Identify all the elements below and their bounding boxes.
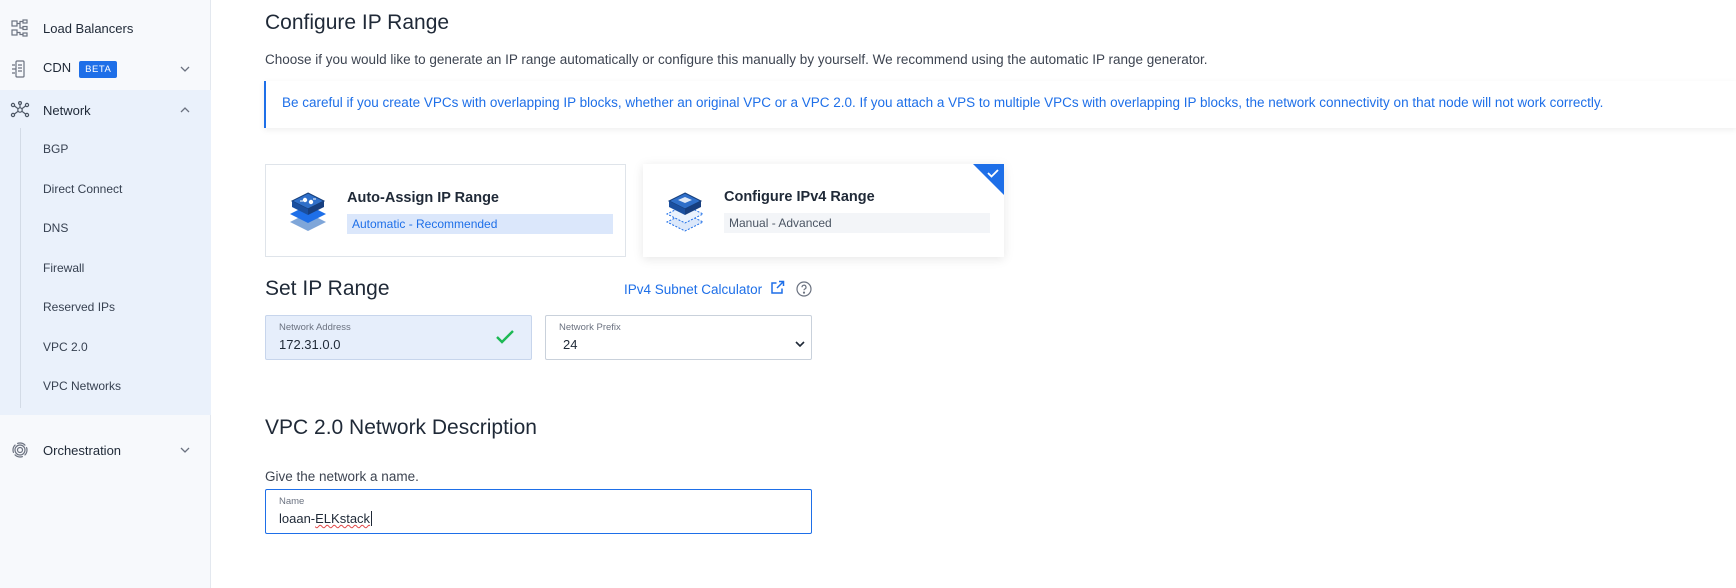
subnet-calculator-link[interactable]: IPv4 Subnet Calculator xyxy=(624,280,785,298)
network-prefix-value: 24 xyxy=(563,337,578,352)
cdn-icon xyxy=(10,59,30,79)
sidebar-subitem-direct-connect[interactable]: Direct Connect xyxy=(43,182,122,196)
submenu-rail xyxy=(20,128,21,408)
sidebar: Load Balancers CDN BETA Network BGP Dire… xyxy=(0,0,211,588)
network-icon xyxy=(10,100,30,120)
beta-badge: BETA xyxy=(79,60,118,78)
name-value-misspelled: ELKstack xyxy=(315,511,371,526)
valid-check-icon xyxy=(495,329,515,350)
sidebar-item-network[interactable]: Network xyxy=(0,91,211,129)
orchestration-icon xyxy=(10,440,30,460)
network-address-value: 172.31.0.0 xyxy=(279,337,341,352)
card-subtitle: Manual - Advanced xyxy=(724,213,990,233)
sidebar-item-label: CDN xyxy=(43,60,72,76)
description-title: VPC 2.0 Network Description xyxy=(265,416,537,439)
sidebar-item-orchestration[interactable]: Orchestration xyxy=(0,431,211,469)
sidebar-subitem-dns[interactable]: DNS xyxy=(43,221,68,235)
sidebar-subitem-vpc-2[interactable]: VPC 2.0 xyxy=(43,340,88,354)
description-prompt: Give the network a name. xyxy=(265,469,419,484)
network-address-field[interactable]: Network Address 172.31.0.0 xyxy=(265,315,532,360)
name-value: loaan-ELKstack xyxy=(279,511,373,526)
network-prefix-label: Network Prefix xyxy=(559,322,621,333)
set-ip-range-title: Set IP Range xyxy=(265,277,390,300)
network-address-label: Network Address xyxy=(279,322,351,333)
chevron-down-icon xyxy=(179,63,191,75)
page-title: Configure IP Range xyxy=(265,11,450,34)
card-subtitle: Automatic - Recommended xyxy=(347,214,613,234)
sidebar-subitem-firewall[interactable]: Firewall xyxy=(43,261,84,275)
chevron-down-icon xyxy=(179,444,191,456)
auto-assign-card[interactable]: Auto-Assign IP Range Automatic - Recomme… xyxy=(265,164,626,257)
sidebar-subitem-vpc-networks[interactable]: VPC Networks xyxy=(43,379,121,393)
sidebar-subitem-bgp[interactable]: BGP xyxy=(43,142,68,156)
intro-text: Choose if you would like to generate an … xyxy=(265,52,1208,67)
card-title: Configure IPv4 Range xyxy=(724,189,875,205)
external-link-icon xyxy=(770,280,785,298)
subnet-calculator-label: IPv4 Subnet Calculator xyxy=(624,281,763,297)
help-icon[interactable] xyxy=(796,281,812,297)
network-group xyxy=(0,90,211,415)
network-prefix-select[interactable]: Network Prefix 24 xyxy=(545,315,812,360)
selected-check-icon xyxy=(973,164,1004,195)
alert-text: Be careful if you create VPCs with overl… xyxy=(282,95,1604,110)
name-input[interactable]: Name loaan-ELKstack xyxy=(265,489,812,534)
load-balancer-icon xyxy=(10,18,30,38)
text-cursor xyxy=(371,511,373,526)
auto-range-icon xyxy=(286,187,330,235)
chevron-down-icon xyxy=(795,334,805,352)
configure-ipv4-card[interactable]: Configure IPv4 Range Manual - Advanced xyxy=(643,164,1004,257)
sidebar-item-cdn[interactable]: CDN BETA xyxy=(0,50,211,88)
sidebar-item-label: Orchestration xyxy=(43,442,122,458)
warning-alert: Be careful if you create VPCs with overl… xyxy=(264,81,1736,128)
manual-range-icon xyxy=(663,186,707,234)
sidebar-subitem-reserved-ips[interactable]: Reserved IPs xyxy=(43,300,115,314)
chevron-up-icon xyxy=(179,104,191,116)
name-value-prefix: loaan- xyxy=(279,511,316,526)
card-title: Auto-Assign IP Range xyxy=(347,190,499,206)
name-label: Name xyxy=(279,496,305,507)
sidebar-item-load-balancers[interactable]: Load Balancers xyxy=(0,9,211,47)
sidebar-item-label: Load Balancers xyxy=(43,20,134,36)
sidebar-item-label: Network xyxy=(43,102,91,118)
